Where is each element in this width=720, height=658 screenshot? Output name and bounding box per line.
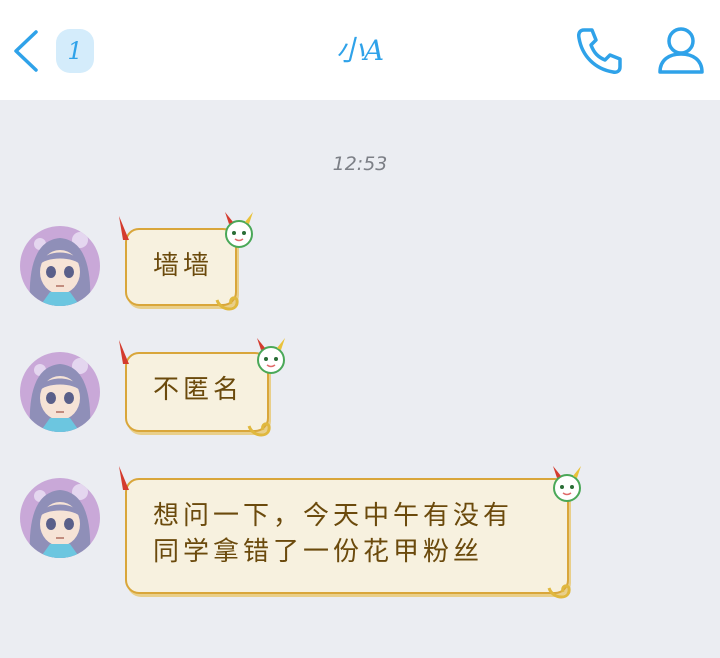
chat-header: 1 小A — [0, 0, 720, 100]
swirl-decoration — [247, 422, 271, 437]
person-icon[interactable] — [656, 24, 706, 76]
unread-count-badge[interactable]: 1 — [56, 29, 94, 73]
anime-girl-avatar-image — [20, 352, 100, 432]
anime-girl-avatar-image — [20, 226, 100, 306]
bubble-horn-decoration — [119, 466, 129, 490]
message-text: 墙墙 — [153, 251, 214, 281]
message-text: 不匿名 — [153, 375, 244, 405]
message-text: 想问一下，今天中午有没有 同学拿错了一份花甲粉丝 — [153, 501, 514, 567]
phone-icon[interactable] — [574, 24, 626, 76]
message-bubble[interactable]: 想问一下，今天中午有没有 同学拿错了一份花甲粉丝 — [119, 466, 581, 599]
mascot-decoration — [257, 338, 285, 374]
mascot-decoration — [225, 212, 253, 248]
swirl-decoration — [215, 296, 239, 311]
avatar[interactable] — [20, 478, 100, 558]
avatar[interactable] — [20, 226, 100, 306]
message-timestamp: 12:53 — [332, 153, 388, 175]
message-bubble[interactable]: 墙墙 — [119, 212, 253, 311]
bubble-horn-decoration — [119, 216, 129, 240]
chat-title: 小A — [335, 34, 385, 67]
swirl-decoration — [547, 584, 571, 599]
anime-girl-avatar-image — [20, 478, 100, 558]
bubble-horn-decoration — [119, 340, 129, 364]
avatar[interactable] — [20, 352, 100, 432]
chevron-left-icon[interactable] — [10, 28, 42, 74]
message-bubble[interactable]: 不匿名 — [119, 338, 285, 437]
mascot-decoration — [553, 466, 581, 502]
